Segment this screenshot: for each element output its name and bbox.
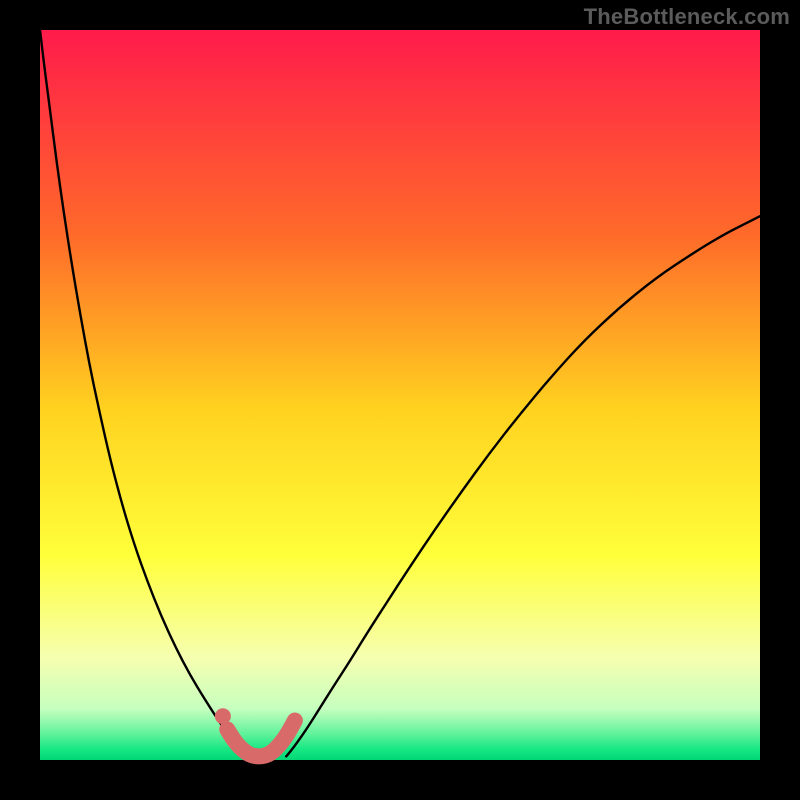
chart-frame: TheBottleneck.com	[0, 0, 800, 800]
highlight-dot	[215, 708, 231, 724]
watermark-text: TheBottleneck.com	[584, 4, 790, 30]
plot-background	[40, 30, 760, 760]
bottleneck-chart	[0, 0, 800, 800]
